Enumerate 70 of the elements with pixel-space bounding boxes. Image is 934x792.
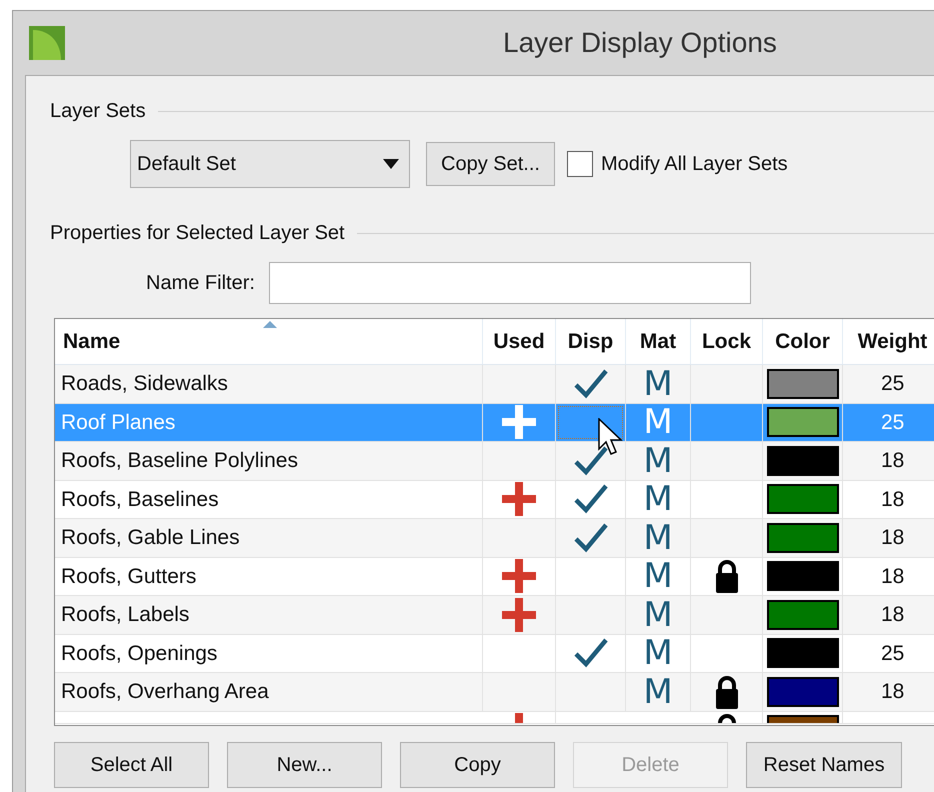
column-header[interactable]: Used [493, 326, 545, 358]
table-row[interactable]: Roads, Sidewalks M 25 [55, 365, 934, 404]
app-logo-icon [29, 26, 65, 60]
layer-name: Roofs, Openings [61, 640, 218, 666]
layer-name: Roofs, Labels [61, 602, 190, 628]
table-row[interactable] [55, 712, 934, 724]
color-swatch[interactable] [766, 407, 838, 438]
layer-name: Roads, Sidewalks [61, 371, 228, 397]
table-row[interactable]: Roofs, Gable Lines M 18 [55, 519, 934, 558]
layer-name: Roofs, Baseline Polylines [61, 448, 298, 474]
layer-set-dropdown[interactable]: Default Set [130, 140, 410, 188]
material-letter: M [643, 559, 673, 594]
checkbox-label: Modify All Layer Sets [600, 152, 788, 177]
column-header[interactable]: Weight [858, 326, 928, 358]
line-weight: 25 [881, 640, 904, 666]
material-letter: M [643, 598, 673, 632]
material-letter: M [643, 405, 673, 440]
material-letter: M [643, 674, 673, 709]
checkbox[interactable] [566, 151, 593, 177]
color-swatch[interactable] [766, 368, 838, 399]
field-label: Name Filter: [146, 271, 255, 296]
window-title: Layer Display Options [503, 26, 777, 60]
layer-name: Roofs, Gutters [61, 564, 196, 590]
material-letter: M [643, 482, 673, 516]
color-swatch[interactable] [766, 522, 838, 553]
line-weight: 18 [881, 486, 904, 512]
section-heading: Layer Sets [50, 99, 146, 124]
line-weight: 25 [881, 410, 904, 436]
color-swatch[interactable] [766, 714, 838, 722]
table-row[interactable]: Roofs, Labels M 18 [55, 596, 934, 634]
column-header[interactable]: Color [775, 326, 830, 358]
line-weight: 18 [881, 564, 904, 590]
line-weight: 25 [881, 371, 904, 397]
column-header[interactable]: Mat [640, 326, 676, 358]
color-swatch[interactable] [766, 484, 838, 514]
material-letter: M [643, 520, 673, 555]
material-letter: M [643, 366, 673, 401]
column-header[interactable]: Name [63, 326, 120, 358]
mouse-pointer-icon [598, 418, 624, 456]
material-letter: M [643, 444, 673, 478]
action-button[interactable]: Reset Names [746, 742, 902, 788]
line-weight: 18 [881, 679, 904, 705]
table-row[interactable]: Roofs, Overhang Area M 18 [55, 673, 934, 712]
copy-set-button[interactable]: Copy Set... [426, 142, 555, 186]
color-swatch[interactable] [766, 676, 838, 707]
table-row[interactable]: Roofs, Openings M 25 [55, 634, 934, 673]
table-row[interactable]: Roofs, Baseline Polylines M 18 [55, 442, 934, 480]
table-row[interactable]: Roofs, Baselines M 18 [55, 480, 934, 519]
column-header[interactable]: Lock [702, 326, 751, 358]
color-swatch[interactable] [766, 561, 838, 592]
sort-arrow-icon [263, 321, 277, 328]
color-swatch[interactable] [766, 446, 838, 476]
action-button[interactable]: Select All [54, 742, 209, 788]
dropdown-caret-icon [383, 159, 399, 169]
layer-name: Roof Planes [61, 410, 176, 436]
table-row[interactable]: Roofs, Gutters M 18 [55, 558, 934, 596]
action-button[interactable]: New... [227, 742, 382, 788]
section-heading: Properties for Selected Layer Set [50, 221, 345, 246]
line-weight: 18 [881, 525, 904, 551]
column-header[interactable]: Disp [568, 326, 614, 358]
layer-name: Roofs, Overhang Area [61, 679, 269, 705]
name-filter-field[interactable] [268, 262, 751, 304]
layer-name: Roofs, Gable Lines [61, 525, 240, 551]
color-swatch[interactable] [766, 600, 838, 630]
action-button[interactable]: Copy [400, 742, 555, 788]
layer-name: Roofs, Baselines [61, 486, 219, 512]
material-letter: M [643, 636, 673, 670]
color-swatch[interactable] [766, 638, 838, 668]
line-weight: 18 [881, 602, 904, 628]
line-weight: 18 [881, 448, 904, 474]
